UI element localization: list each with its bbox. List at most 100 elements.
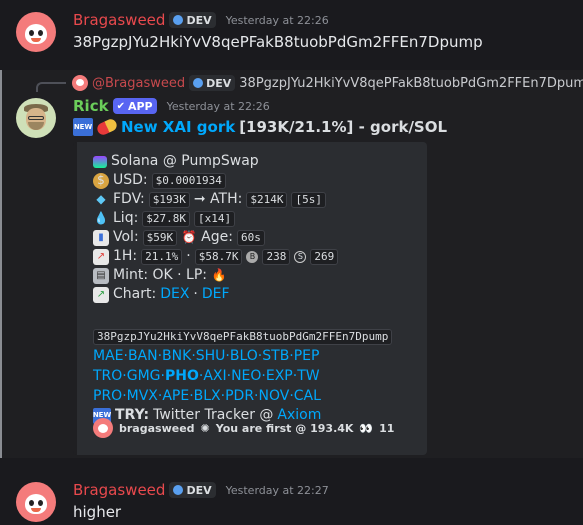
platform-links-row[interactable]: PRO·MVX·APE·BLX·PDR·NOV·CAL <box>93 386 392 406</box>
username[interactable]: Bragasweed <box>73 11 165 29</box>
address-line: 38PgzpJYu2HkiYvV8qePFakB8tuobPdGm2FFEn7D… <box>93 327 393 346</box>
tag-label: DEV <box>186 483 212 497</box>
message-header: Bragasweed DEV Yesterday at 22:26 <box>73 11 329 29</box>
bar-chart-icon: ▮ <box>93 229 109 246</box>
avatar-glasses <box>28 116 44 120</box>
server-tag[interactable]: DEV <box>169 12 216 28</box>
token-link[interactable]: New XAI gork <box>121 118 235 136</box>
username[interactable]: Bragasweed <box>73 481 165 499</box>
avatar-eye <box>29 500 34 506</box>
avatar-eye <box>38 30 43 36</box>
money-bag-icon: $ <box>93 172 109 189</box>
h1-line: ↗ 1H: 21.1% · $58.7K B 238 S 269 <box>93 247 392 266</box>
alarm-clock-icon: ⏰ <box>181 230 197 244</box>
h1-vol: $58.7K <box>194 248 243 265</box>
avatar[interactable] <box>16 98 56 138</box>
vol-value: $59K <box>142 229 178 246</box>
avatar-eye <box>38 500 43 506</box>
platform-links-row[interactable]: TRO·GMG·PHO·AXI·NEO·EXP·TW <box>93 366 392 386</box>
vol-label: Vol: <box>113 229 139 245</box>
sells-count: 269 <box>310 248 339 265</box>
token-embed: Solana @ PumpSwap $ USD: $0.0001934 ◆ FD… <box>73 142 427 455</box>
reply-reference[interactable]: @Bragasweed DEV 38PgzpJYu2HkiYvV8qePFakB… <box>72 75 583 91</box>
mint-text: Mint: OK · LP: <box>113 267 208 283</box>
links-part-bold[interactable]: PHO <box>165 368 199 384</box>
timestamp: Yesterday at 22:26 <box>225 13 329 27</box>
buys-count: 238 <box>262 248 291 265</box>
ath-label: ➞ ATH: <box>193 191 243 207</box>
timestamp: Yesterday at 22:27 <box>225 483 329 497</box>
reply-avatar <box>72 75 88 91</box>
chain-line: Solana @ PumpSwap <box>93 152 392 171</box>
tag-icon <box>173 15 184 25</box>
tag-icon <box>193 78 204 88</box>
footer-user: bragasweed <box>119 421 195 435</box>
avatar[interactable] <box>16 12 56 52</box>
message-content: 38PgzpJYu2HkiYvV8qePFakB8tuobPdGm2FFEn7D… <box>73 33 483 51</box>
ath-time: [5s] <box>291 191 326 208</box>
timestamp: Yesterday at 22:26 <box>166 99 270 113</box>
embed-footer: bragasweed ✺ You are first @ 193.4K 👀 11 <box>93 418 394 438</box>
pill-icon <box>95 117 119 137</box>
liq-line: 💧 Liq: $27.8K [x14] <box>93 209 392 228</box>
fdv-label: FDV: <box>113 191 145 207</box>
new-badge-icon: NEW <box>73 118 93 136</box>
reply-connector <box>36 82 66 92</box>
vol-line: ▮ Vol: $59K ⏰ Age: 60s <box>93 228 392 247</box>
h1-label: 1H: <box>113 248 138 264</box>
message-content: higher <box>73 503 122 521</box>
links-part[interactable]: ·AXI·NEO·EXP·TW <box>199 368 320 384</box>
solana-icon <box>93 155 107 168</box>
message-header: Bragasweed DEV Yesterday at 22:27 <box>73 481 329 499</box>
reply-username[interactable]: @Bragasweed <box>92 76 185 91</box>
footer-avatar <box>93 418 113 438</box>
separator: · <box>193 286 198 302</box>
footer-text: You are first @ 193.4K <box>215 421 354 435</box>
sell-coin-icon: S <box>294 250 307 263</box>
fdv-line: ◆ FDV: $193K ➞ ATH: $214K [5s] <box>93 190 392 209</box>
sparkle-icon: ✺ <box>200 421 210 435</box>
check-icon: ✔ <box>116 100 125 112</box>
chart-label: Chart: <box>113 286 157 302</box>
trend-chart-icon: ↗ <box>93 248 109 265</box>
fire-icon: 🔥 <box>211 268 227 282</box>
tag-icon <box>173 485 184 495</box>
fdv-value: $193K <box>148 191 190 208</box>
links-part[interactable]: TRO·GMG· <box>93 368 165 384</box>
chart-up-icon: ↗ <box>93 286 109 303</box>
tag-label: APP <box>127 99 153 113</box>
message-title: NEW New XAI gork [193K/21.1%] - gork/SOL <box>73 117 448 137</box>
embed-body: Solana @ PumpSwap $ USD: $0.0001934 ◆ FD… <box>93 152 393 425</box>
message-1[interactable]: Bragasweed DEV Yesterday at 22:26 38Pgzp… <box>0 0 583 70</box>
tag-label: DEV <box>186 13 212 27</box>
chain-text: Solana @ PumpSwap <box>111 153 259 169</box>
message-3[interactable]: Bragasweed DEV Yesterday at 22:27 higher <box>0 470 583 525</box>
eyes-icon: 👀 <box>359 421 374 435</box>
platform-links-row[interactable]: MAE·BAN·BNK·SHU·BLO·STB·PEP <box>93 346 392 366</box>
liq-value: $27.8K <box>142 210 191 227</box>
title-rest: [193K/21.1%] - gork/SOL <box>239 118 448 136</box>
tag-label: DEV <box>206 76 232 90</box>
reply-text: 38PgzpJYu2HkiYvV8qePFakB8tuobPdGm2FFEn7D… <box>239 75 583 91</box>
message-header: Rick ✔ APP Yesterday at 22:26 <box>73 97 270 115</box>
reply-server-tag: DEV <box>189 75 236 91</box>
separator: · <box>186 248 191 264</box>
liq-label: Liq: <box>113 210 139 226</box>
usd-label: USD: <box>113 172 148 188</box>
dex-link[interactable]: DEX <box>160 285 189 304</box>
liq-mult: [x14] <box>194 210 236 227</box>
token-address[interactable]: 38PgzpJYu2HkiYvV8qePFakB8tuobPdGm2FFEn7D… <box>93 328 393 345</box>
avatar[interactable] <box>16 482 56 522</box>
h1-pct: 21.1% <box>141 248 183 265</box>
def-link[interactable]: DEF <box>202 285 230 304</box>
chart-line: ↗ Chart: DEX · DEF <box>93 285 392 304</box>
ath-value: $214K <box>246 191 288 208</box>
server-tag[interactable]: DEV <box>169 482 216 498</box>
gem-icon: ◆ <box>96 192 106 206</box>
usd-line: $ USD: $0.0001934 <box>93 171 392 190</box>
footer-count: 11 <box>379 421 395 435</box>
username[interactable]: Rick <box>73 97 109 115</box>
age-value: 60s <box>236 229 265 246</box>
droplets-icon: 💧 <box>93 211 109 225</box>
